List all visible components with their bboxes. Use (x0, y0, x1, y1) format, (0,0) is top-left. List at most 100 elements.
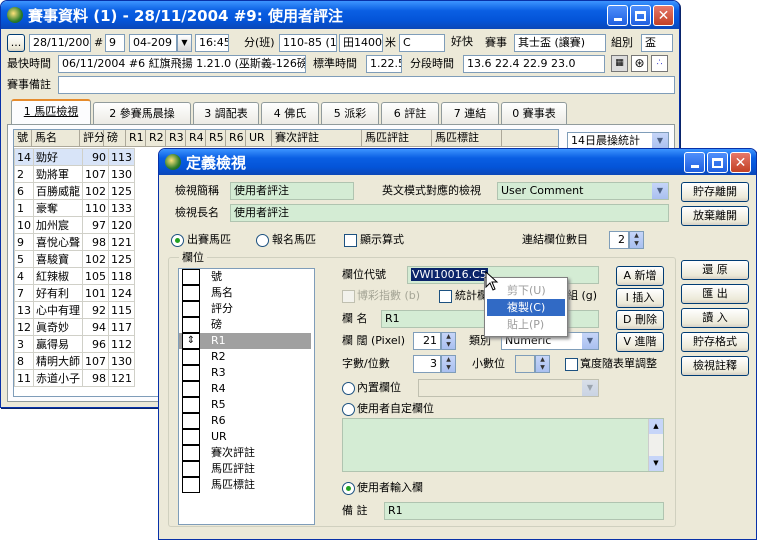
long-name-field[interactable]: 使用者評注 (230, 204, 669, 222)
show-formula-checkbox[interactable] (344, 234, 357, 247)
tab-foshi[interactable]: 4 佛氏 (261, 102, 319, 124)
field-checkbox[interactable] (182, 461, 200, 477)
table-row[interactable]: 2 勁將軍 107 130 (14, 165, 135, 183)
delete-field-button[interactable]: D 刪除 (616, 310, 664, 330)
field-checkbox[interactable] (182, 445, 200, 461)
list-item[interactable]: 磅 (179, 317, 311, 333)
dialog-titlebar[interactable]: 定義檢視 ✕ (159, 149, 756, 175)
view-notes-button[interactable]: 檢視註釋 (681, 356, 749, 376)
close-button[interactable]: ✕ (730, 152, 751, 173)
new-field-button[interactable]: A 新增 (616, 266, 664, 286)
tab-comments[interactable]: 6 評註 (381, 102, 439, 124)
grid-header-cell[interactable]: 磅 (104, 130, 126, 146)
table-row[interactable]: 11 赤道小子 98 121 (14, 369, 135, 387)
wheel-icon[interactable]: ⊛ (631, 55, 648, 72)
field-checkbox[interactable] (182, 381, 200, 397)
save-format-button[interactable]: 貯存格式 (681, 332, 749, 352)
field-checkbox[interactable] (182, 397, 200, 413)
move-handle-icon[interactable]: ⇕ (182, 333, 200, 349)
userdef-radio[interactable] (342, 403, 355, 416)
advanced-button[interactable]: V 進階 (616, 332, 664, 352)
list-item[interactable]: R5 (179, 397, 311, 413)
decimals-field[interactable] (515, 355, 535, 373)
maximize-button[interactable] (707, 152, 728, 173)
digits-spinner[interactable]: ▲ ▼ (441, 355, 456, 373)
tab-race-card[interactable]: 0 賽事表 (501, 102, 567, 124)
rating-band-field[interactable]: 110-85 (1) (279, 34, 337, 52)
list-item[interactable]: 馬名 (179, 285, 311, 301)
group-field[interactable]: 盃 (641, 34, 673, 52)
table-row[interactable]: 6 百勝威龍 102 125 (14, 182, 135, 200)
discard-exit-button[interactable]: 放棄離開 (681, 206, 749, 226)
list-item[interactable]: UR (179, 429, 311, 445)
field-checkbox[interactable] (182, 301, 200, 317)
cup-field[interactable]: 其士盃 (讓賽) (514, 34, 606, 52)
export-button[interactable]: 匯 出 (681, 284, 749, 304)
insert-field-button[interactable]: I 插入 (616, 288, 664, 308)
builtin-radio[interactable] (342, 382, 355, 395)
race-note-field[interactable] (58, 76, 675, 94)
menu-item-paste[interactable]: 貼上(P) (487, 316, 565, 333)
link-count-spinner[interactable]: ▲ ▼ (629, 231, 644, 249)
grid-header-cell[interactable]: 評分 (80, 130, 105, 146)
entries-radio[interactable] (256, 234, 269, 247)
field-checkbox[interactable] (182, 349, 200, 365)
grid-header-cell[interactable]: R2 (146, 130, 166, 146)
grid-header-cell[interactable]: R4 (186, 130, 206, 146)
field-checkbox[interactable] (182, 285, 200, 301)
browse-button[interactable]: ... (7, 34, 25, 52)
grid-header-cell[interactable]: 馬匹評註 (362, 130, 432, 146)
digits-field[interactable]: 3 (413, 355, 441, 373)
list-item[interactable]: 馬匹標註 (179, 477, 311, 493)
grid-header-cell[interactable]: 馬名 (32, 130, 80, 146)
table-row[interactable]: 14 勁好 90 113 (14, 148, 135, 166)
runners-radio[interactable] (171, 234, 184, 247)
grid-header-cell[interactable]: 賽次評註 (272, 130, 362, 146)
table-row[interactable]: 3 贏得易 96 112 (14, 335, 135, 353)
close-button[interactable]: ✕ (653, 5, 674, 26)
list-item[interactable]: 號 (179, 269, 311, 285)
race-number-field[interactable]: 9 (105, 34, 125, 52)
field-checkbox[interactable] (182, 317, 200, 333)
list-item[interactable]: ⇕ R1 (179, 333, 311, 349)
scatter-icon[interactable]: ∴ (651, 55, 668, 72)
table-row[interactable]: 1 豪奪 110 133 (14, 199, 135, 217)
restore-button[interactable]: 還 原 (681, 260, 749, 280)
course-field[interactable]: C (399, 34, 445, 52)
table-row[interactable]: 12 眞奇妙 94 117 (14, 318, 135, 336)
table-row[interactable]: 8 精明大師 107 130 (14, 352, 135, 370)
table-row[interactable]: 5 喜駿寶 102 125 (14, 250, 135, 268)
tab-links[interactable]: 7 連結 (441, 102, 499, 124)
list-item[interactable]: R2 (179, 349, 311, 365)
distance-field[interactable]: 田1400 (339, 34, 383, 52)
grid-header-cell[interactable]: UR (246, 130, 272, 146)
list-item[interactable]: 賽次評註 (179, 445, 311, 461)
scroll-down-icon[interactable]: ▼ (649, 456, 663, 471)
minimize-button[interactable] (684, 152, 705, 173)
grid-header-cell[interactable]: 馬匹標註 (432, 130, 502, 146)
field-checkbox[interactable] (182, 477, 200, 493)
table-row[interactable]: 10 加州宸 97 120 (14, 216, 135, 234)
import-button[interactable]: 讀 入 (681, 308, 749, 328)
userdef-textarea[interactable]: ▲ ▼ (342, 418, 664, 472)
field-checkbox[interactable] (182, 413, 200, 429)
autowidth-checkbox[interactable] (565, 358, 578, 371)
scroll-up-icon[interactable]: ▲ (649, 419, 663, 434)
list-item[interactable]: R6 (179, 413, 311, 429)
list-item[interactable]: 馬匹評註 (179, 461, 311, 477)
grid-header-cell[interactable]: R1 (126, 130, 146, 146)
list-item[interactable]: 評分 (179, 301, 311, 317)
field-checkbox[interactable] (182, 365, 200, 381)
save-exit-button[interactable]: 貯存離開 (681, 182, 749, 202)
maximize-button[interactable] (630, 5, 651, 26)
userinput-radio[interactable] (342, 482, 355, 495)
tab-dividends[interactable]: 5 派彩 (321, 102, 379, 124)
tab-trackwork[interactable]: 2 參賽馬晨操 (93, 102, 191, 124)
link-count-field[interactable]: 2 (609, 231, 629, 249)
table-row[interactable]: 4 紅辣椒 105 118 (14, 267, 135, 285)
brief-name-field[interactable]: 使用者評注 (230, 182, 354, 200)
grid-header-cell[interactable]: R5 (206, 130, 226, 146)
grid-header-cell[interactable]: R6 (226, 130, 246, 146)
field-checkbox[interactable] (182, 429, 200, 445)
stats-checkbox[interactable] (439, 290, 452, 303)
